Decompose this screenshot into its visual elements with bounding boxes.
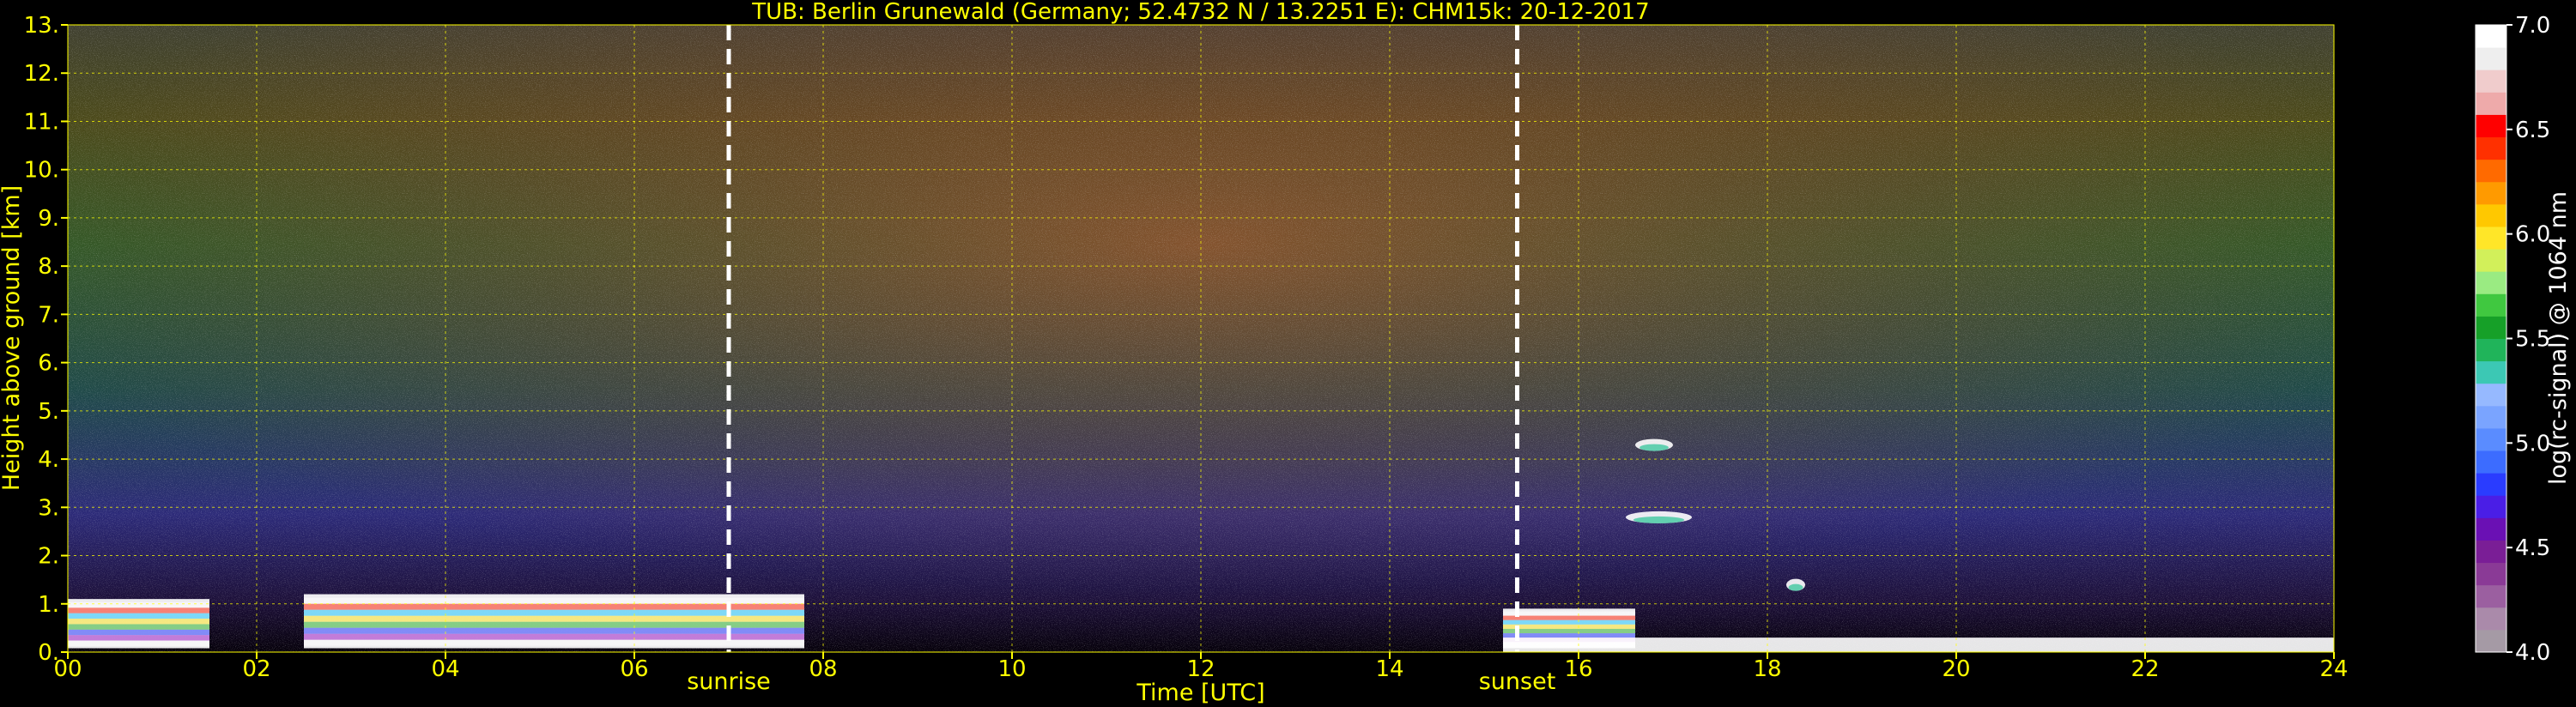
colorbar-segment — [2476, 360, 2506, 384]
colorbar-segment — [2476, 495, 2506, 518]
colorbar-segment — [2476, 249, 2506, 272]
x-axis-label: Time [UTC] — [1136, 680, 1264, 706]
colorbar-segment — [2476, 25, 2506, 48]
sunrise-label: sunrise — [687, 668, 771, 695]
x-tick-label: 10 — [997, 656, 1026, 682]
colorbar-segment — [2476, 383, 2506, 407]
x-tick-label: 08 — [809, 656, 837, 682]
y-tick-label: 6. — [38, 351, 59, 377]
boundary-layer-stripe — [68, 607, 209, 613]
y-tick-label: 1. — [38, 592, 59, 618]
y-tick-label: 10. — [24, 158, 59, 184]
boundary-layer-stripe — [68, 624, 209, 630]
colorbar-segment — [2476, 159, 2506, 183]
boundary-layer-stripe — [1503, 615, 1635, 620]
lidar-chart: TUB: Berlin Grunewald (Germany; 52.4732 … — [0, 0, 2572, 706]
colorbar-tick-label: 7.0 — [2515, 13, 2550, 39]
boundary-layer-stripe — [68, 601, 209, 608]
x-tick-label: 22 — [2131, 656, 2159, 682]
y-tick-label: 13. — [24, 13, 59, 39]
x-tick-label: 00 — [53, 656, 82, 682]
y-tick-label: 9. — [38, 206, 59, 232]
boundary-layer-stripe — [1503, 633, 1635, 638]
colorbar-segment — [2476, 517, 2506, 541]
y-axis-label: Height above ground [km] — [0, 185, 25, 491]
colorbar-label: log(rc-signal) @ 1064 nm — [2545, 191, 2572, 485]
colorbar-segment — [2476, 338, 2506, 362]
colorbar-segment — [2476, 540, 2506, 564]
y-tick-label: 8. — [38, 254, 59, 280]
colorbar-segment — [2476, 427, 2506, 451]
colorbar-segment — [2476, 114, 2506, 138]
x-tick-label: 20 — [1942, 656, 1970, 682]
y-tick-label: 7. — [38, 302, 59, 328]
chart-title: TUB: Berlin Grunewald (Germany; 52.4732 … — [751, 0, 1649, 25]
boundary-layer-stripe — [68, 629, 209, 636]
colorbar-segment — [2476, 562, 2506, 586]
colorbar-segment — [2476, 584, 2506, 608]
x-tick-label: 04 — [431, 656, 459, 682]
x-axis-ticks: 00 02 04 06 08 10 12 14 16 18 20 22 24 — [53, 652, 2349, 682]
y-tick-label: 12. — [24, 61, 59, 87]
colorbar: 4.04.55.05.56.06.57.0 — [2475, 13, 2550, 666]
x-tick-label: 16 — [1564, 656, 1592, 682]
colorbar-segment — [2476, 607, 2506, 631]
colorbar-segment — [2476, 226, 2506, 250]
colorbar-tick-label: 4.5 — [2515, 535, 2550, 561]
boundary-layer-stripe — [1503, 611, 1635, 616]
boundary-layer-stripe — [1503, 628, 1635, 634]
colorbar-tick-label: 6.5 — [2515, 118, 2550, 143]
colorbar-segment — [2476, 92, 2506, 115]
sunset-label: sunset — [1479, 668, 1556, 695]
x-tick-label: 06 — [620, 656, 648, 682]
boundary-layer-stripe — [68, 640, 209, 646]
cloud-layer-core — [1633, 516, 1685, 523]
colorbar-segment — [2476, 405, 2506, 429]
colorbar-segment — [2476, 316, 2506, 339]
colorbar-segment — [2476, 69, 2506, 93]
boundary-layer-stripe — [68, 613, 209, 619]
colorbar-segment — [2476, 47, 2506, 70]
colorbar-segment — [2476, 203, 2506, 227]
colorbar-segment — [2476, 181, 2506, 205]
colorbar-segment — [2476, 473, 2506, 496]
colorbar-segment — [2476, 629, 2506, 653]
surface-signal-band — [1503, 638, 2334, 652]
y-tick-label: 3. — [38, 495, 59, 521]
x-tick-label: 02 — [242, 656, 270, 682]
y-tick-label: 11. — [24, 109, 59, 135]
boundary-layer-stripe — [68, 619, 209, 625]
x-tick-label: 18 — [1753, 656, 1781, 682]
boundary-layer-stripe — [68, 635, 209, 641]
cloud-layer-core — [1788, 583, 1803, 591]
colorbar-segment — [2476, 271, 2506, 294]
y-axis-ticks: 0.1.2.3.4.5.6.7.8.9.10.11.12.13. — [24, 13, 68, 666]
x-tick-label: 24 — [2319, 656, 2348, 682]
y-tick-label: 5. — [38, 399, 59, 425]
colorbar-segment — [2476, 293, 2506, 317]
y-tick-label: 4. — [38, 447, 59, 473]
x-tick-label: 14 — [1375, 656, 1403, 682]
colorbar-tick-label: 4.0 — [2515, 640, 2550, 666]
cloud-layer-core — [1640, 444, 1669, 451]
x-tick-label: 12 — [1186, 656, 1215, 682]
boundary-layer-stripe — [1503, 619, 1635, 625]
y-tick-label: 2. — [38, 544, 59, 570]
colorbar-segment — [2476, 450, 2506, 474]
boundary-layer-stripe — [1503, 624, 1635, 629]
colorbar-segment — [2476, 136, 2506, 160]
